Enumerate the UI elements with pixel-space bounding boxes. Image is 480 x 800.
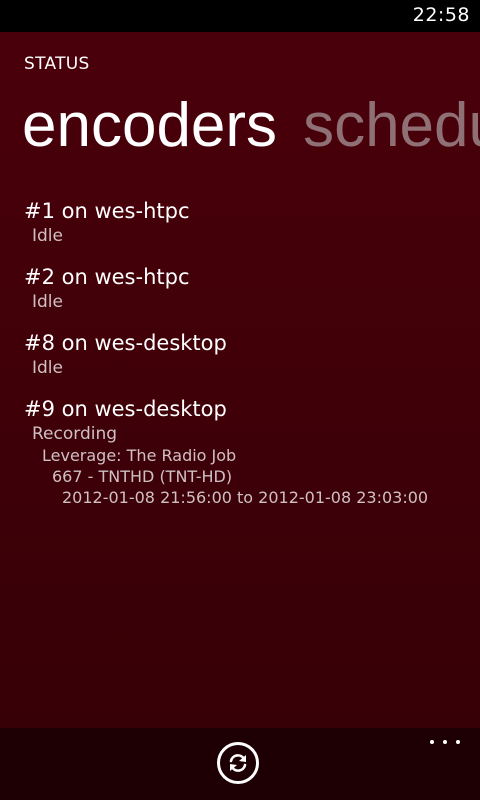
encoder-item[interactable]: #1 on wes-htpc Idle <box>24 197 434 247</box>
encoder-state: Idle <box>32 358 63 378</box>
encoder-name: #8 on wes-desktop <box>24 331 227 355</box>
pivot-header: encoders schedule <box>22 88 480 164</box>
pivot-page: STATUS encoders schedule #1 on wes-htpc I… <box>0 32 480 728</box>
encoder-name: #9 on wes-desktop <box>24 397 227 421</box>
encoder-item[interactable]: #9 on wes-desktop Recording Leverage: Th… <box>24 395 434 508</box>
more-options-button[interactable] <box>430 732 460 752</box>
app-title: STATUS <box>24 54 90 74</box>
encoder-list: #1 on wes-htpc Idle #2 on wes-htpc Idle … <box>24 197 434 524</box>
clock: 22:58 <box>412 4 470 26</box>
encoder-state: Idle <box>32 292 63 312</box>
pivot-item-schedule[interactable]: schedule <box>303 88 480 164</box>
encoder-state: Idle <box>32 226 63 246</box>
pivot-item-encoders[interactable]: encoders <box>22 88 277 164</box>
app-bar <box>0 728 480 800</box>
encoder-state: Recording <box>32 424 118 444</box>
ellipsis-icon <box>430 740 434 744</box>
refresh-icon <box>229 754 247 772</box>
refresh-button[interactable] <box>217 742 259 784</box>
recording-program: Leverage: The Radio Job <box>42 446 237 465</box>
ellipsis-icon <box>456 740 460 744</box>
recording-channel: 667 - TNTHD (TNT-HD) <box>52 467 233 486</box>
status-bar: 22:58 <box>0 0 480 32</box>
encoder-item[interactable]: #8 on wes-desktop Idle <box>24 329 434 379</box>
recording-time-range: 2012-01-08 21:56:00 to 2012-01-08 23:03:… <box>62 488 429 507</box>
encoder-item[interactable]: #2 on wes-htpc Idle <box>24 263 434 313</box>
encoder-name: #1 on wes-htpc <box>24 199 190 223</box>
encoder-name: #2 on wes-htpc <box>24 265 190 289</box>
ellipsis-icon <box>443 740 447 744</box>
